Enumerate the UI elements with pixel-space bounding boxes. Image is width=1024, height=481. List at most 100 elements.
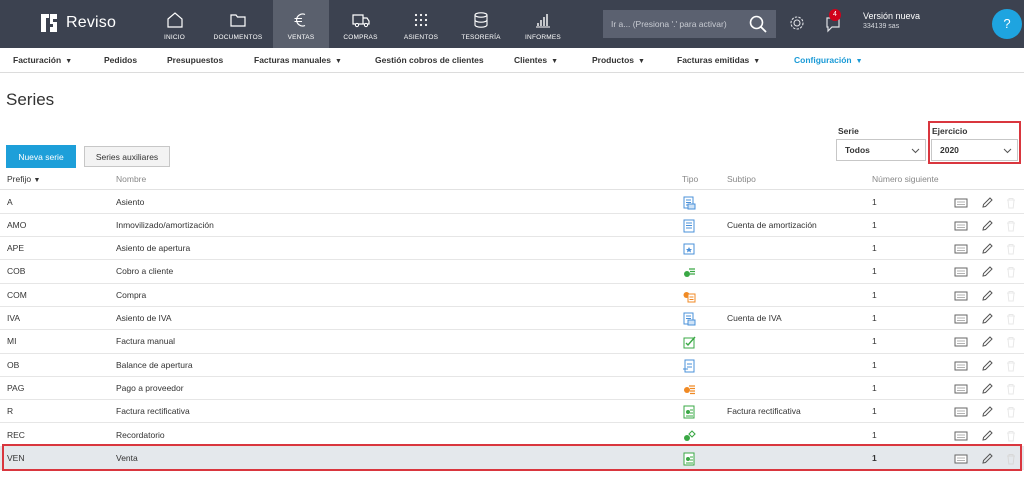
edit-icon[interactable] (980, 289, 994, 303)
numbering-icon[interactable] (954, 405, 968, 419)
row-next-number: 1 (872, 336, 877, 347)
row-name: Balance de apertura (116, 359, 193, 370)
subnav-facturas-manuales[interactable]: Facturas manuales ▼ (254, 48, 342, 73)
account-title: Versión nueva (863, 11, 921, 21)
row-prefix: MI (7, 336, 17, 347)
table-row[interactable]: OB Balance de apertura 1 (0, 354, 1024, 377)
edit-icon[interactable] (980, 429, 994, 443)
edit-icon[interactable] (980, 265, 994, 279)
subnav-productos[interactable]: Productos ▼ (592, 48, 645, 73)
delete-icon[interactable] (1004, 335, 1018, 349)
table-row[interactable]: COM Compra 1 (0, 284, 1024, 307)
subnav-facturacion[interactable]: Facturación ▼ (13, 48, 72, 73)
subnav-clientes[interactable]: Clientes ▼ (514, 48, 558, 73)
row-next-number: 1 (872, 219, 877, 230)
table-row[interactable]: MI Factura manual 1 (0, 330, 1024, 354)
delete-icon[interactable] (1004, 405, 1018, 419)
help-button[interactable]: ? (992, 9, 1022, 39)
edit-icon[interactable] (980, 242, 994, 256)
delete-icon[interactable] (1004, 359, 1018, 373)
table-row[interactable]: COB Cobro a cliente 1 (0, 260, 1024, 284)
account-info[interactable]: Versión nueva 334139 sas (863, 11, 920, 30)
table-row[interactable]: APE Asiento de apertura 1 (0, 237, 1024, 261)
nav-inicio[interactable]: INICIO (146, 0, 203, 48)
numbering-icon[interactable] (954, 312, 968, 326)
delete-icon[interactable] (1004, 382, 1018, 396)
subnav-gestion-cobros[interactable]: Gestión cobros de clientes (375, 48, 484, 73)
numbering-icon[interactable] (954, 335, 968, 349)
column-header-name[interactable]: Nombre (116, 174, 146, 184)
edit-icon[interactable] (980, 219, 994, 233)
table-header: Prefijo ▼ Nombre Tipo Subtipo Número sig… (0, 170, 1024, 190)
delete-icon[interactable] (1004, 312, 1018, 326)
auxiliary-series-button[interactable]: Series auxiliares (84, 146, 170, 167)
edit-icon[interactable] (980, 405, 994, 419)
delete-icon[interactable] (1004, 219, 1018, 233)
numbering-icon[interactable] (954, 242, 968, 256)
row-next-number: 1 (872, 289, 877, 300)
numbering-icon[interactable] (954, 382, 968, 396)
table-row[interactable]: A Asiento 1 (0, 191, 1024, 214)
delete-icon[interactable] (1004, 429, 1018, 443)
grid-dots-icon (414, 13, 428, 27)
column-header-next-number[interactable]: Número siguiente (872, 174, 939, 184)
search-icon[interactable] (748, 14, 768, 34)
numbering-icon[interactable] (954, 429, 968, 443)
subnav-facturas-emitidas[interactable]: Facturas emitidas ▼ (677, 48, 760, 73)
row-subtype: Cuenta de amortización (727, 219, 817, 230)
nav-ventas[interactable]: VENTAS (273, 0, 329, 48)
row-prefix: COM (7, 289, 27, 300)
table-row[interactable]: R Factura rectificativa Factura rectificat… (0, 400, 1024, 424)
column-header-subtype[interactable]: Subtipo (727, 174, 756, 184)
column-header-prefix[interactable]: Prefijo ▼ (7, 174, 40, 184)
row-prefix: IVA (7, 313, 21, 323)
numbering-icon[interactable] (954, 289, 968, 303)
row-name: Compra (116, 289, 147, 300)
reminder-icon (684, 429, 696, 441)
serie-select[interactable]: Todos (836, 139, 926, 161)
gear-icon[interactable] (787, 13, 807, 33)
row-prefix: R (7, 406, 14, 417)
table-row[interactable]: IVA Asiento de IVA Cuenta de IVA 1 (0, 307, 1024, 331)
delete-icon[interactable] (1004, 242, 1018, 256)
credit-note-icon (683, 405, 695, 419)
nav-documentos[interactable]: DOCUMENTOS (203, 0, 273, 48)
edit-icon[interactable] (980, 312, 994, 326)
row-subtype: Cuenta de IVA (727, 313, 782, 323)
row-name: Asiento (116, 196, 145, 207)
numbering-icon[interactable] (954, 265, 968, 279)
edit-icon[interactable] (980, 382, 994, 396)
subnav-presupuestos[interactable]: Presupuestos (167, 48, 223, 73)
purchase-icon (683, 291, 696, 303)
edit-icon[interactable] (980, 359, 994, 373)
row-subtype: Factura rectificativa (727, 406, 801, 417)
new-series-button[interactable]: Nueva serie (6, 145, 76, 168)
page-title: Series (6, 90, 55, 109)
nav-informes[interactable]: INFORMES (512, 0, 574, 48)
edit-icon[interactable] (980, 335, 994, 349)
table-row[interactable]: PAG Pago a proveedor 1 (0, 377, 1024, 401)
numbering-icon[interactable] (954, 196, 968, 210)
delete-icon[interactable] (1004, 289, 1018, 303)
row-next-number: 1 (872, 266, 877, 277)
nav-tesoreria[interactable]: TESORERÍA (450, 0, 512, 48)
logo[interactable]: Reviso (38, 12, 116, 34)
caret-down-icon: ▼ (335, 58, 342, 65)
subnav-configuracion[interactable]: Configuración ▼ (794, 48, 863, 73)
row-next-number: 1 (872, 196, 877, 207)
column-header-type[interactable]: Tipo (682, 174, 698, 184)
edit-icon[interactable] (980, 196, 994, 210)
delete-icon[interactable] (1004, 265, 1018, 279)
ejercicio-select[interactable]: 2020 (931, 139, 1018, 161)
numbering-icon[interactable] (954, 219, 968, 233)
table-row[interactable]: AMO Inmovilizado/amortización Cuenta de am… (0, 214, 1024, 238)
delete-icon[interactable] (1004, 196, 1018, 210)
nav-compras[interactable]: COMPRAS (329, 0, 392, 48)
search-input[interactable] (603, 19, 743, 29)
numbering-icon[interactable] (954, 359, 968, 373)
nav-asientos[interactable]: ASIENTOS (392, 0, 450, 48)
supplier-payment-icon (684, 385, 695, 394)
subnav-pedidos[interactable]: Pedidos (104, 48, 137, 73)
selected-row-highlight-box (2, 444, 1022, 471)
journal-entry-icon (683, 196, 696, 209)
